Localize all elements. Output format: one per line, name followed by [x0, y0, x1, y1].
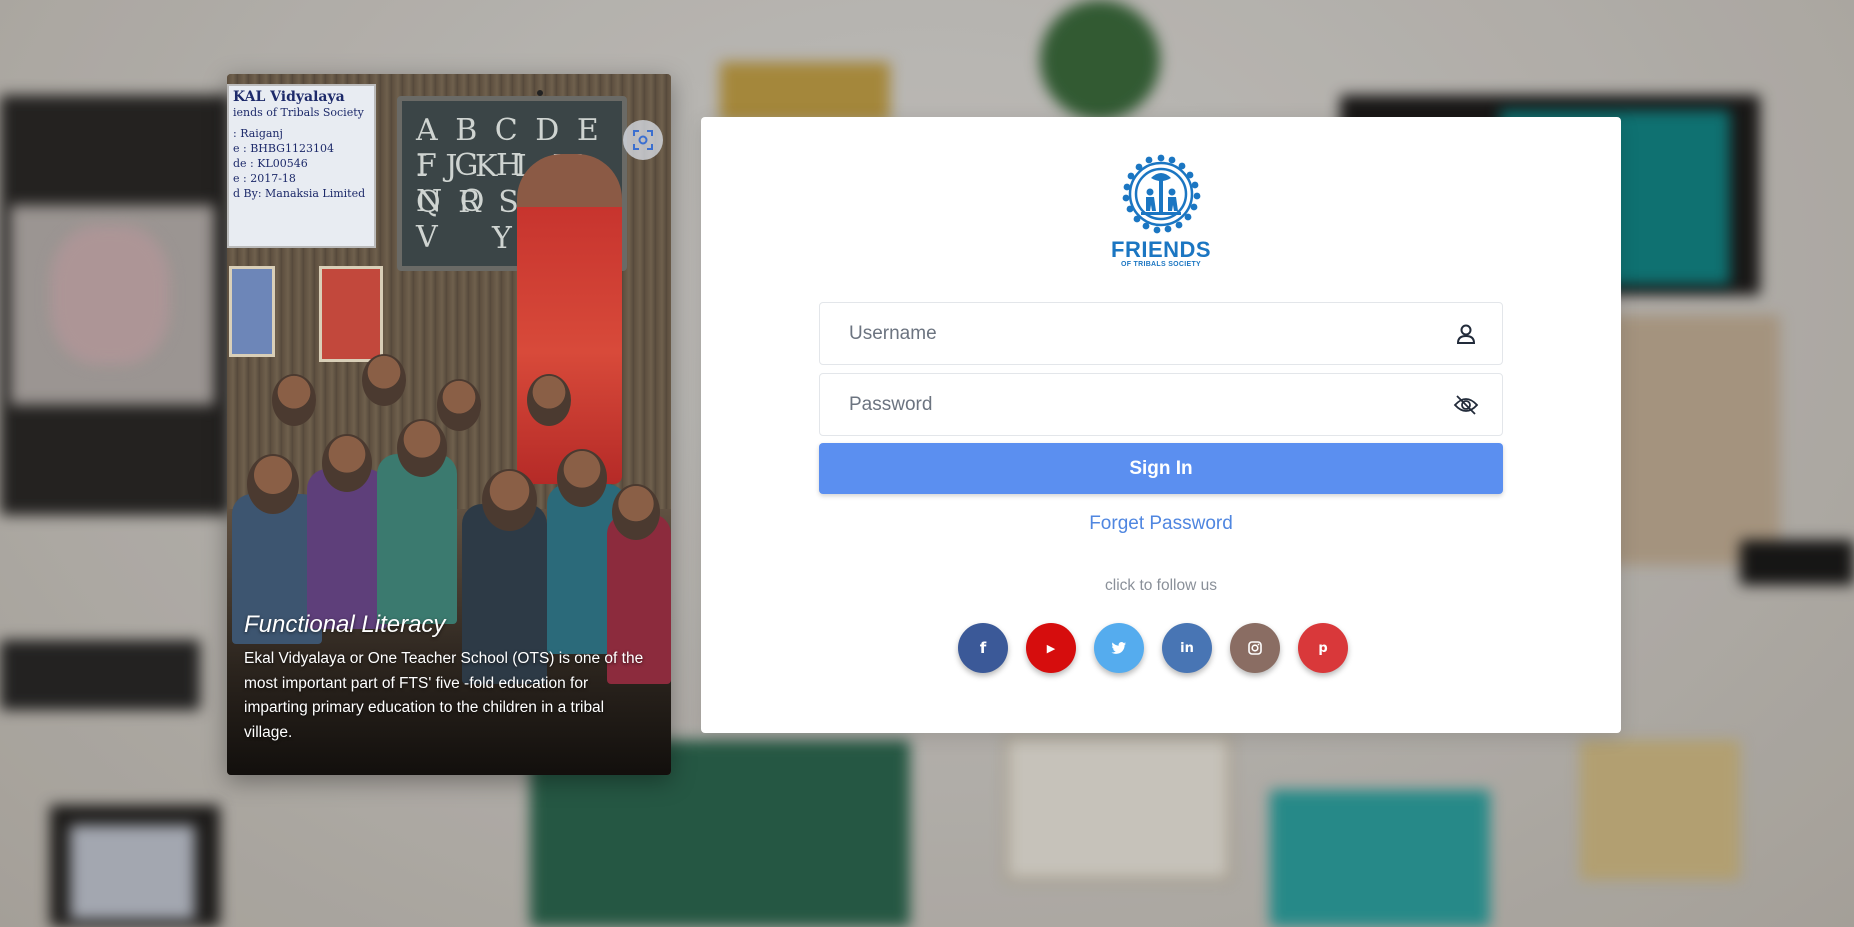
username-field[interactable]	[819, 302, 1503, 365]
feature-description: Ekal Vidyalaya or One Teacher School (OT…	[244, 650, 644, 741]
friends-of-tribals-logo: FRIENDS OF TRIBALS SOCIETY	[1111, 154, 1211, 269]
instagram-icon[interactable]	[1230, 623, 1280, 673]
slider-dot[interactable]	[537, 90, 543, 96]
fullscreen-scan-icon[interactable]	[623, 120, 663, 160]
password-input[interactable]	[820, 374, 1502, 435]
emblem-icon	[1122, 154, 1201, 234]
user-icon	[1452, 320, 1480, 348]
username-input[interactable]	[820, 303, 1502, 364]
pinterest-icon[interactable]: p	[1298, 623, 1348, 673]
eye-off-icon[interactable]	[1452, 391, 1480, 419]
password-field[interactable]	[819, 373, 1503, 436]
facebook-icon[interactable]: f	[958, 623, 1008, 673]
login-panel: FRIENDS OF TRIBALS SOCIETY Sign In Forge…	[701, 117, 1621, 733]
feature-title: Functional Literacy	[244, 611, 446, 638]
forget-password-link[interactable]: Forget Password	[701, 513, 1621, 535]
social-links: f ▶ in p	[958, 623, 1358, 675]
feature-caption: Functional Literacy Ekal Vidyalaya or On…	[244, 611, 654, 745]
brand-subtitle: OF TRIBALS SOCIETY	[1120, 261, 1202, 268]
feature-card: KAL Vidyalaya iends of Tribals Society :…	[227, 74, 671, 775]
twitter-icon[interactable]	[1094, 623, 1144, 673]
linkedin-icon[interactable]: in	[1162, 623, 1212, 673]
follow-label: click to follow us	[1105, 577, 1217, 594]
sign-in-button[interactable]: Sign In	[819, 443, 1503, 494]
brand-name: FRIENDS	[1111, 237, 1212, 262]
teacher-figure	[517, 154, 622, 484]
school-sign: KAL Vidyalaya iends of Tribals Society :…	[227, 84, 376, 248]
youtube-icon[interactable]: ▶	[1026, 623, 1076, 673]
